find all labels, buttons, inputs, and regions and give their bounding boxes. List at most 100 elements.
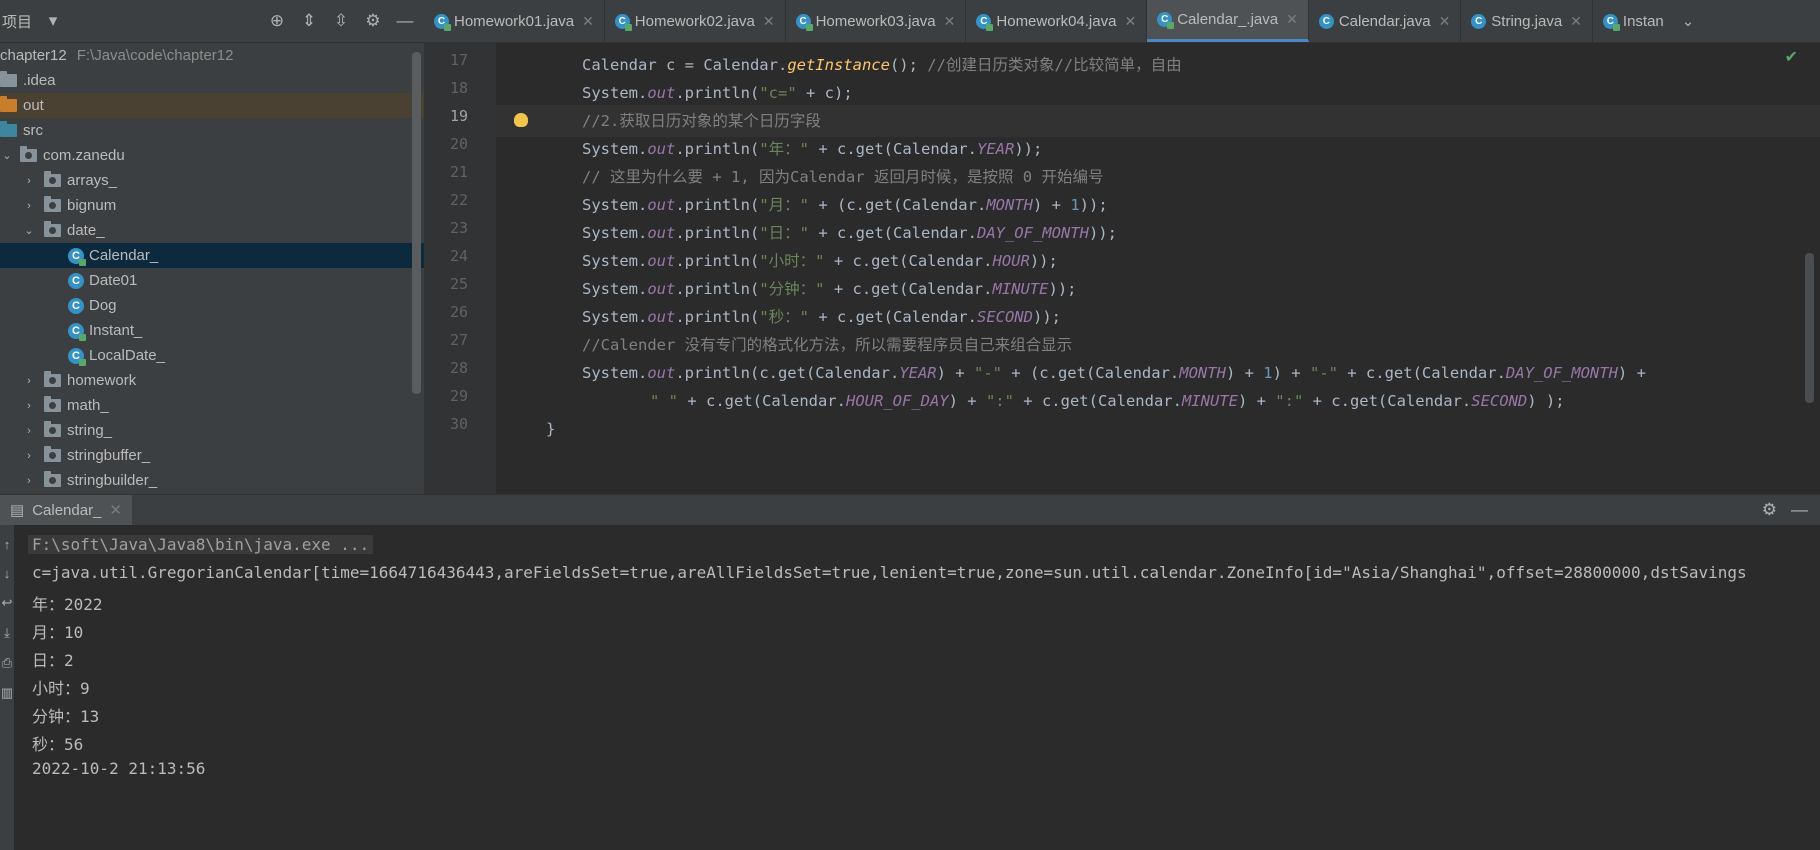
lightbulb-icon[interactable] <box>514 113 528 127</box>
tab-label: String.java <box>1491 12 1563 30</box>
tree-item-localdate[interactable]: C LocalDate_ <box>0 343 424 368</box>
tab-homework02[interactable]: C Homework02.java ✕ <box>605 0 786 42</box>
tree-item-label: .idea <box>23 72 56 89</box>
tree-item-dog[interactable]: C Dog <box>0 293 424 318</box>
code-line[interactable]: } <box>546 413 555 445</box>
tree-item-idea[interactable]: .idea <box>0 68 424 93</box>
locate-icon[interactable]: ⊕ <box>266 10 288 32</box>
close-icon[interactable]: ✕ <box>582 13 594 30</box>
console-output[interactable]: F:\soft\Java\Java8\bin\java.exe ... c=ja… <box>14 525 1820 838</box>
tabs-dropdown-icon[interactable]: ⌄ <box>1682 0 1695 42</box>
project-title: 项目 <box>2 13 33 31</box>
chevron-right-icon[interactable]: › <box>22 200 36 212</box>
tree-item-arrays[interactable]: › arrays_ <box>0 168 424 193</box>
tab-calendar[interactable]: C Calendar.java ✕ <box>1309 0 1462 42</box>
line-number: 21 <box>449 163 468 181</box>
tree-item-math[interactable]: › math_ <box>0 393 424 418</box>
tree-item-stringbuilder[interactable]: › stringbuilder_ <box>0 468 424 493</box>
tab-homework03[interactable]: C Homework03.java ✕ <box>786 0 967 42</box>
chevron-right-icon[interactable]: › <box>22 450 36 462</box>
tab-homework04[interactable]: C Homework04.java ✕ <box>966 0 1148 42</box>
tree-item-date[interactable]: ⌄ date_ <box>0 218 424 243</box>
hide-icon[interactable]: — <box>394 10 416 32</box>
close-icon[interactable]: ✕ <box>763 13 775 30</box>
tree-item-bignum[interactable]: › bignum <box>0 193 424 218</box>
code-token: out <box>647 224 676 242</box>
tab-calendar-underscore[interactable]: C Calendar_.java ✕ <box>1147 0 1309 42</box>
tree-item-label: stringbuffer_ <box>67 447 151 464</box>
tree-root[interactable]: chapter12 F:\Java\code\chapter12 <box>0 43 424 68</box>
up-arrow-icon[interactable]: ↑ <box>4 537 11 552</box>
class-icon: C <box>1157 12 1175 29</box>
code-token: System. <box>582 308 648 326</box>
code-token: //Calender 没有专门的格式化方法，所以需要程序员自己来组合显示 <box>582 336 1073 354</box>
class-icon: C <box>68 322 86 341</box>
tab-instant[interactable]: C Instan <box>1593 0 1674 42</box>
tab-homework01[interactable]: C Homework01.java ✕ <box>424 0 605 42</box>
dropdown-icon[interactable]: ▾ <box>42 10 64 32</box>
class-icon: C <box>68 247 86 266</box>
package-icon <box>44 446 61 462</box>
down-arrow-icon[interactable]: ↓ <box>4 566 11 581</box>
tree-item-stringbuffer[interactable]: › stringbuffer_ <box>0 443 424 468</box>
collapse-all-icon[interactable]: ⇳ <box>330 10 352 32</box>
chevron-right-icon[interactable]: › <box>22 425 36 437</box>
run-toolbar: ⚙ — <box>1762 500 1808 520</box>
close-icon[interactable]: ✕ <box>1286 11 1298 28</box>
scroll-to-end-icon[interactable]: ⤓ <box>4 625 10 641</box>
tree-item-calendar[interactable]: C Calendar_ <box>0 243 424 268</box>
wrap-icon[interactable]: ↩ <box>2 595 13 611</box>
project-scrollbar[interactable] <box>412 52 421 394</box>
line-number: 25 <box>449 275 468 293</box>
trash-icon[interactable]: ▥ <box>1 685 13 701</box>
gear-icon[interactable]: ⚙ <box>362 10 384 32</box>
code-token: YEAR <box>899 364 937 382</box>
run-tab[interactable]: ▤ Calendar_ ✕ <box>0 495 132 525</box>
code-token: MINUTE <box>1181 392 1238 410</box>
code-editor[interactable]: 17 18 19 20 21 22 23 24 25 26 27 28 29 30 Calendar c … <box>424 43 1820 494</box>
close-icon[interactable]: ✕ <box>109 501 122 519</box>
chevron-right-icon[interactable]: › <box>22 475 36 487</box>
tree-item-src[interactable]: src <box>0 118 424 143</box>
tree-item-homework[interactable]: › homework <box>0 368 424 393</box>
tree-item-out[interactable]: out <box>0 93 424 118</box>
tab-string[interactable]: C String.java ✕ <box>1461 0 1593 42</box>
code-line[interactable]: " " + c.get(Calendar.HOUR_OF_DAY) + ":" … <box>650 385 1565 417</box>
close-icon[interactable]: ✕ <box>1439 13 1451 30</box>
tree-item-instant[interactable]: C Instant_ <box>0 318 424 343</box>
tree-item-com-zanedu[interactable]: ⌄ com.zanedu <box>0 143 424 168</box>
source-folder-icon <box>0 121 17 137</box>
run-side-toolbar: ↑ ↓ ↩ ⤓ ⎙ ▥ <box>0 525 14 850</box>
chevron-right-icon[interactable]: › <box>22 400 36 412</box>
tree-item-label: homework <box>67 372 137 389</box>
tree-item-date01[interactable]: C Date01 <box>0 268 424 293</box>
chevron-right-icon[interactable]: › <box>22 375 36 387</box>
chevron-right-icon[interactable]: › <box>22 175 36 187</box>
chevron-down-icon[interactable]: ⌄ <box>22 224 36 237</box>
code-token: "-" <box>1309 364 1338 382</box>
tree-item-label: math_ <box>67 397 109 414</box>
close-icon[interactable]: ✕ <box>944 13 956 30</box>
tree-item-label: date_ <box>67 222 105 239</box>
gear-icon[interactable]: ⚙ <box>1762 500 1777 520</box>
close-icon[interactable]: ✕ <box>1124 13 1136 30</box>
code-token: + c.get(Calendar. <box>809 224 977 242</box>
print-icon[interactable]: ⎙ <box>2 655 12 671</box>
folder-icon <box>0 96 17 112</box>
code-token: System. <box>582 196 648 214</box>
expand-all-icon[interactable]: ⇕ <box>298 10 320 32</box>
tree-item-string[interactable]: › string_ <box>0 418 424 443</box>
editor-scrollbar[interactable] <box>1805 253 1814 403</box>
line-number: 26 <box>449 303 468 321</box>
hide-icon[interactable]: — <box>1791 500 1808 520</box>
tab-label: Homework03.java <box>815 12 936 30</box>
code-token: MONTH <box>986 196 1033 214</box>
code-token: + (c.get(Calendar. <box>809 196 987 214</box>
check-icon: ✔ <box>1784 49 1798 66</box>
tree-item-label: Dog <box>89 297 117 314</box>
chevron-down-icon[interactable]: ⌄ <box>0 149 14 162</box>
code-token: out <box>647 364 676 382</box>
tree-root-label: chapter12 <box>0 47 67 64</box>
code-token: Calendar c = Calendar. <box>582 56 788 74</box>
close-icon[interactable]: ✕ <box>1570 13 1582 30</box>
